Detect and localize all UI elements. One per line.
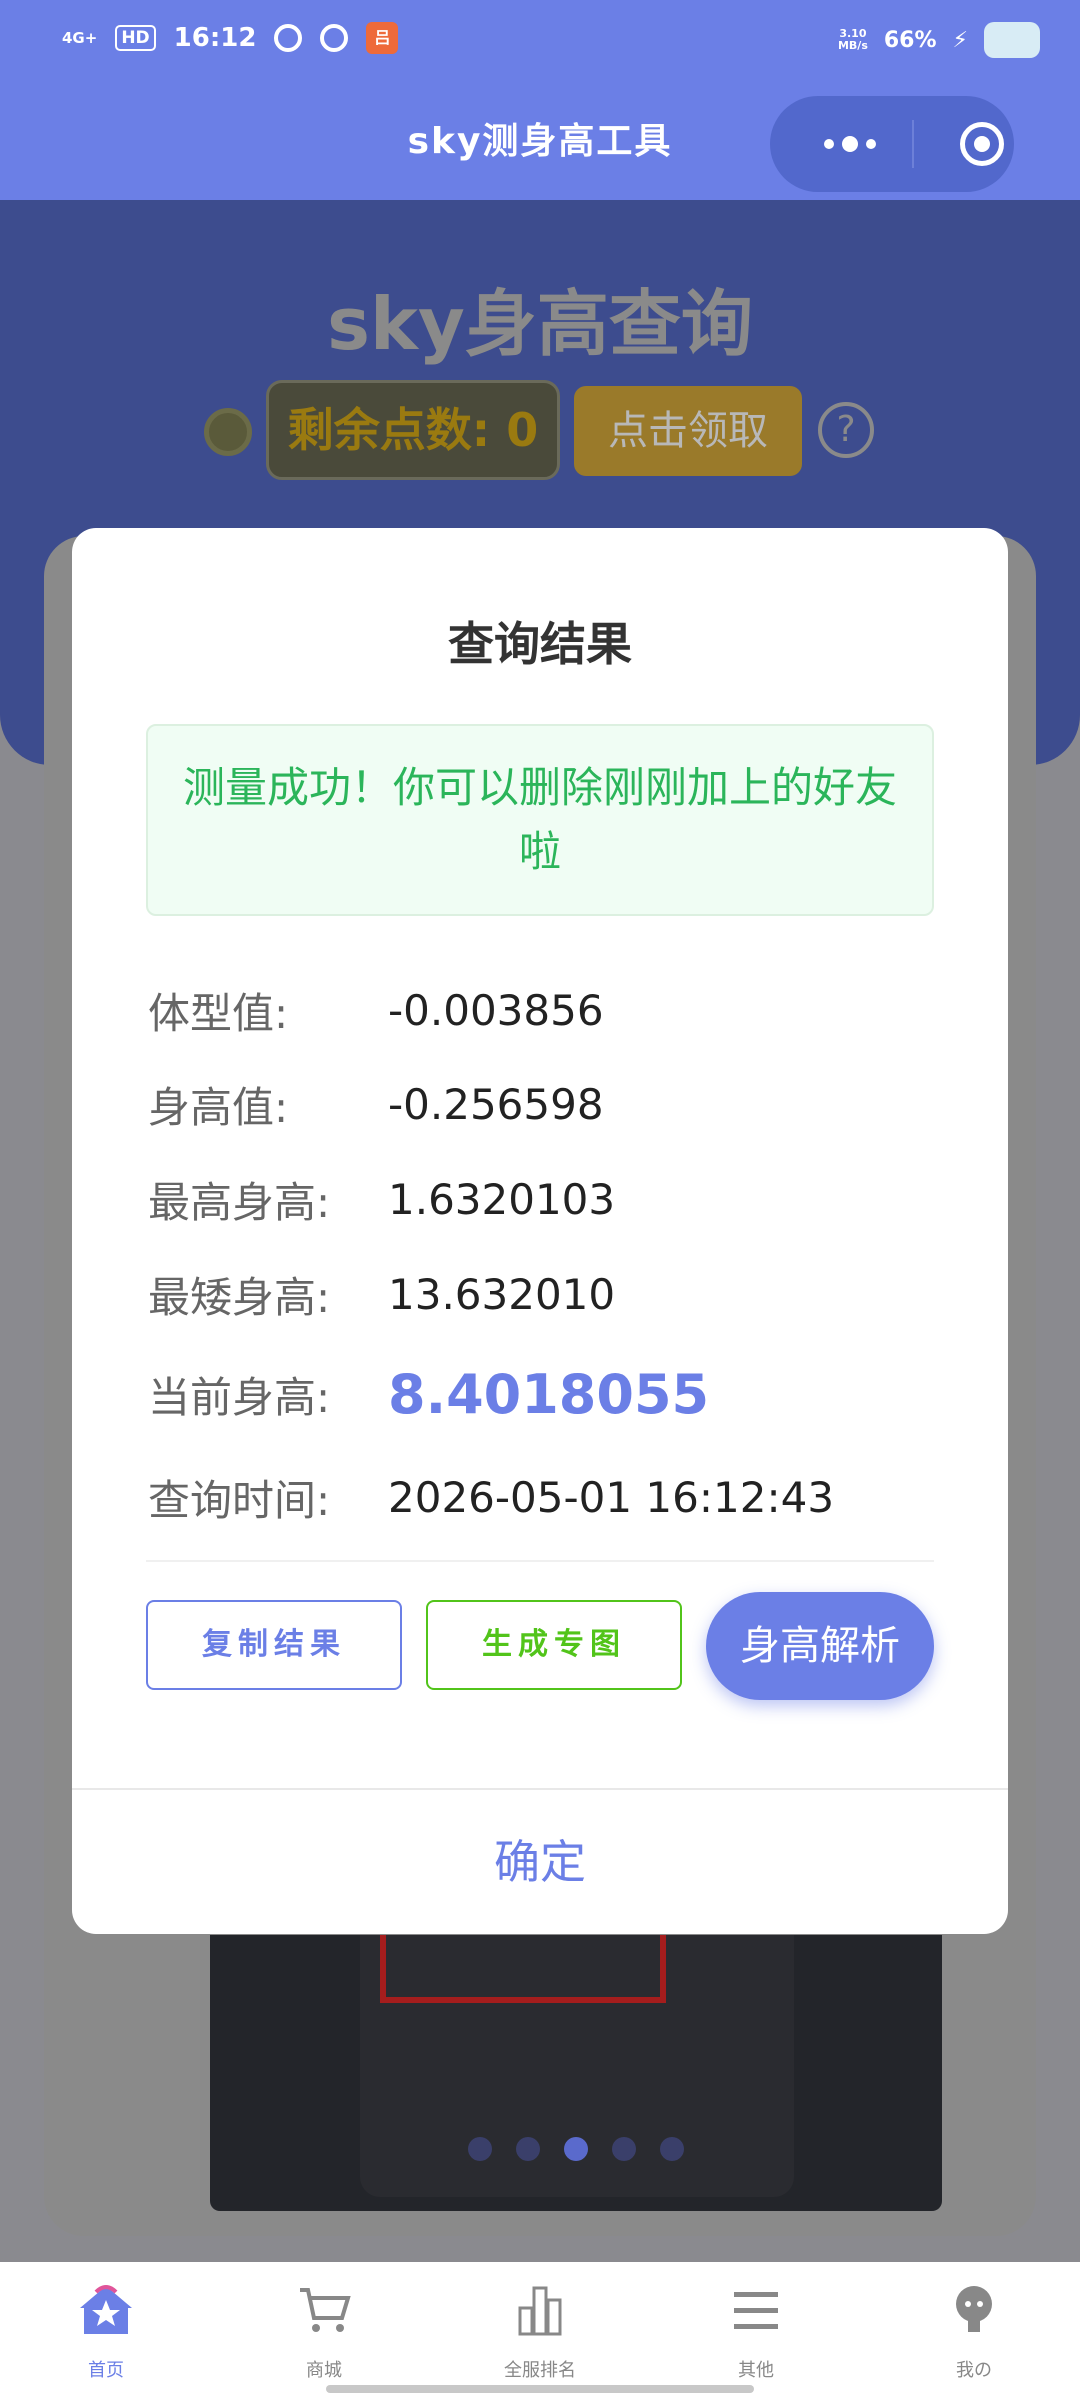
app-notification-icon: 吕 — [366, 22, 399, 54]
tab-label: 首页 — [88, 2360, 124, 2381]
tab-other[interactable]: 其他 — [686, 2282, 826, 2382]
remaining-points: 剩余点数: 0 — [266, 380, 560, 480]
tab-mine[interactable]: 我の — [904, 2282, 1044, 2382]
more-icon[interactable] — [810, 130, 890, 158]
row-label: 当前身高: — [148, 1372, 331, 1422]
network-indicator: 4G+ — [62, 28, 98, 47]
hero-title: sky身高查询 — [327, 282, 753, 366]
bar-chart-icon — [518, 2286, 562, 2336]
carousel-dot — [612, 2137, 636, 2161]
highlight-box — [380, 1935, 666, 2003]
tab-label: 我の — [956, 2360, 992, 2381]
tab-ranking[interactable]: 全服排名 — [470, 2282, 610, 2382]
result-row-height-value: 身高值: -0.256598 — [148, 1074, 948, 1134]
row-label: 最矮身高: — [148, 1272, 331, 1322]
height-analysis-button[interactable]: 身高解析 — [706, 1592, 934, 1700]
row-value: 1.6320103 — [388, 1174, 616, 1224]
row-label: 最高身高: — [148, 1177, 331, 1227]
result-row-body-type: 体型值: -0.003856 — [148, 980, 948, 1040]
network-speed: 3.10 MB/s — [837, 27, 868, 52]
current-height-value: 8.4018055 — [388, 1362, 710, 1426]
tab-label: 全服排名 — [504, 2360, 576, 2381]
row-label: 身高值: — [148, 1082, 289, 1132]
generate-image-button[interactable]: 生成专图 — [426, 1600, 682, 1690]
success-message: 测量成功！你可以删除刚刚加上的好友啦 — [146, 724, 934, 916]
confirm-button[interactable]: 确定 — [72, 1790, 1008, 1934]
battery-percent: 66% — [883, 27, 937, 53]
status-time: 16:12 — [173, 23, 257, 53]
hd-badge: HD — [115, 25, 156, 51]
tab-shop[interactable]: 商城 — [254, 2282, 394, 2382]
capsule-divider — [912, 120, 914, 168]
status-bar: 4G+ HD 16:12 吕 3.10 MB/s 66% ⚡ — [0, 0, 1080, 84]
netease-icon — [274, 24, 303, 52]
copy-result-button[interactable]: 复制结果 — [146, 1600, 402, 1690]
mini-program-navbar: sky测身高工具 — [0, 84, 1080, 200]
user-icon — [956, 2286, 992, 2332]
row-value: -0.003856 — [388, 985, 604, 1035]
home-indicator[interactable] — [326, 2385, 754, 2393]
capsule-menu — [770, 96, 1014, 192]
netease-icon-2 — [320, 24, 349, 52]
carousel-dot — [468, 2137, 492, 2161]
result-row-current-height: 当前身高: 8.4018055 — [148, 1362, 948, 1426]
result-row-query-time: 查询时间: 2026-05-01 16:12:43 — [148, 1467, 948, 1527]
claim-button[interactable]: 点击领取 — [574, 386, 802, 476]
charging-icon: ⚡ — [952, 27, 968, 53]
help-icon[interactable]: ? — [818, 402, 874, 458]
result-row-min-height: 最矮身高: 13.632010 — [148, 1264, 948, 1324]
row-value: -0.256598 — [388, 1079, 604, 1129]
dialog-title: 查询结果 — [448, 617, 632, 671]
tab-home[interactable]: 首页 — [36, 2282, 176, 2382]
carousel-dot — [516, 2137, 540, 2161]
row-value: 2026-05-01 16:12:43 — [388, 1472, 835, 1522]
carousel-dot-active — [564, 2137, 588, 2161]
carousel-indicators — [210, 2137, 942, 2161]
battery-icon — [984, 22, 1040, 58]
tab-label: 商城 — [306, 2360, 342, 2381]
tutorial-image-carousel[interactable] — [210, 1935, 942, 2211]
tab-label: 其他 — [738, 2360, 774, 2381]
menu-icon — [734, 2292, 778, 2329]
row-label: 查询时间: — [148, 1475, 331, 1525]
bottom-tab-bar: 首页 商城 全服排名 其他 我の — [0, 2262, 1080, 2400]
row-value: 13.632010 — [388, 1269, 616, 1319]
close-miniprogram-icon[interactable] — [960, 122, 1004, 166]
row-label: 体型值: — [148, 988, 289, 1038]
status-right: 3.10 MB/s 66% ⚡ — [838, 22, 1040, 58]
carousel-dot — [660, 2137, 684, 2161]
cart-icon — [300, 2288, 351, 2332]
result-row-max-height: 最高身高: 1.6320103 — [148, 1169, 948, 1229]
status-left: 4G+ HD 16:12 吕 — [62, 22, 399, 54]
home-star-icon — [80, 2285, 132, 2334]
result-dialog: 查询结果 测量成功！你可以删除刚刚加上的好友啦 体型值: -0.003856 身… — [72, 528, 1008, 1934]
divider — [146, 1560, 934, 1562]
refresh-icon[interactable] — [204, 408, 252, 456]
